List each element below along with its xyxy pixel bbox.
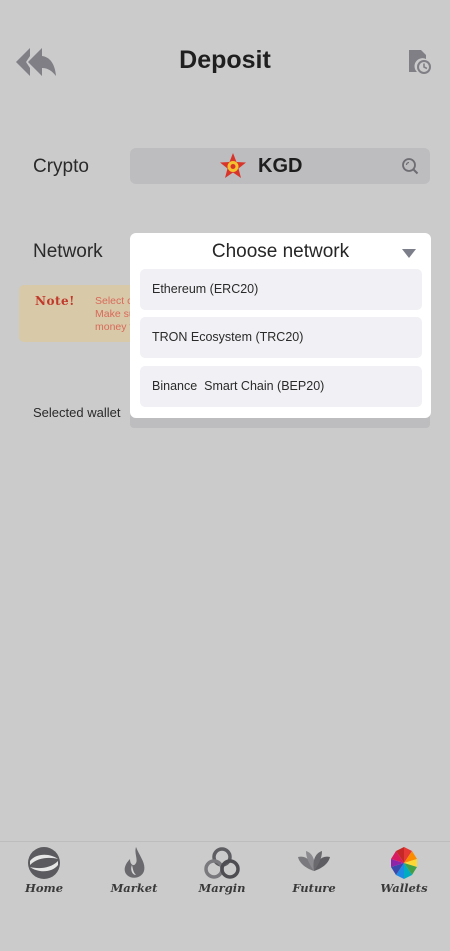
search-icon[interactable] <box>400 156 420 176</box>
market-icon <box>124 847 145 878</box>
note-title: Note! <box>35 294 75 308</box>
nav-label: Wallets <box>380 881 428 895</box>
wallets-icon <box>391 847 417 879</box>
nav-label: Market <box>110 881 158 895</box>
nav-label: Margin <box>198 881 246 895</box>
note-line: money t <box>95 321 133 333</box>
future-icon <box>298 851 330 871</box>
nav-item-wallets[interactable]: Wallets <box>364 845 444 899</box>
nav-item-market[interactable]: Market <box>94 845 174 899</box>
home-icon <box>28 847 60 879</box>
note-line: Make su <box>95 308 135 320</box>
network-option-bep20[interactable]: Binance Smart Chain (BEP20) <box>140 366 422 407</box>
dropdown-title: Choose network <box>211 241 350 262</box>
margin-icon <box>204 847 240 879</box>
nav-item-margin[interactable]: Margin <box>182 845 262 899</box>
crypto-value: KGD <box>258 155 303 177</box>
kgd-logo-icon <box>218 151 248 181</box>
nav-label: Future <box>292 881 336 895</box>
note-line: Select c <box>95 295 133 307</box>
network-label: Network <box>33 241 103 262</box>
network-dropdown[interactable]: Choose network Ethereum (ERC20) TRON Eco… <box>130 233 431 418</box>
caret-down-icon[interactable] <box>402 246 416 258</box>
nav-item-home[interactable]: Home <box>4 845 84 899</box>
nav-label: Home <box>24 881 64 895</box>
document-clock-icon <box>409 50 431 74</box>
selected-wallet-label: Selected wallet <box>33 405 121 420</box>
history-button[interactable] <box>404 46 434 76</box>
network-option-erc20[interactable]: Ethereum (ERC20) <box>140 269 422 310</box>
crypto-label: Crypto <box>33 156 89 177</box>
nav-item-future[interactable]: Future <box>274 845 354 899</box>
network-option-trc20[interactable]: TRON Ecosystem (TRC20) <box>140 317 422 358</box>
page-title: Deposit <box>179 46 271 74</box>
